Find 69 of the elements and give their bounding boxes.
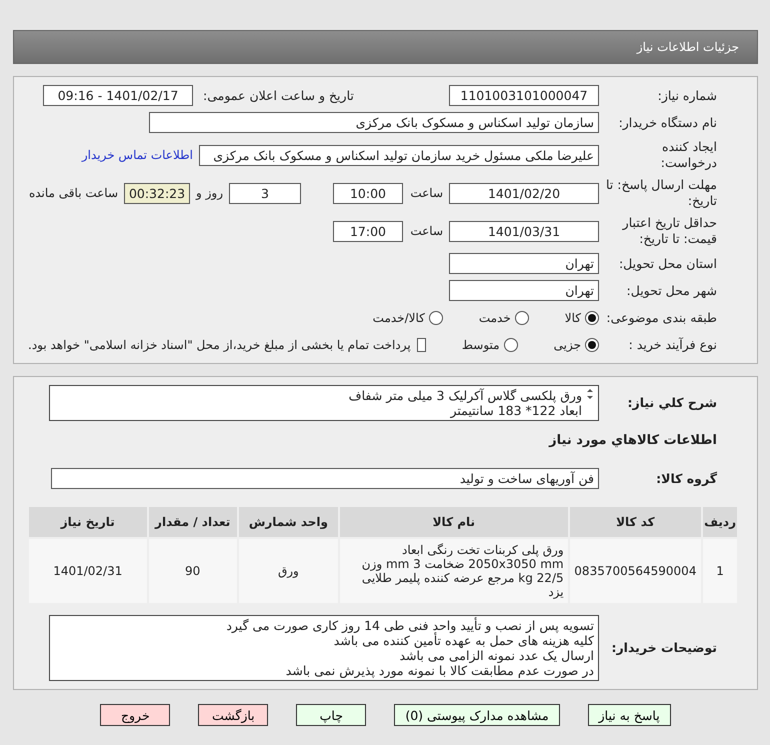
field-label: نام دستگاه خریدار:: [618, 114, 717, 130]
field-label: گروه کالا:: [655, 470, 717, 486]
notes-line: تسویه پس از نصب و تأیید واحد فنی طی 14 روز کاری صورت می گیرد: [225, 618, 594, 633]
radio-label: متوسط: [462, 338, 500, 352]
buyer-org-field: سازمان تولید اسکناس و مسکوک بانک مرکزی: [149, 112, 599, 133]
remaining-time-field: 00:32:23: [124, 182, 190, 204]
goods-group-field: فن آوریهای ساخت و تولید: [51, 468, 599, 489]
action-button[interactable]: خروج: [100, 704, 170, 726]
field-label: شهر محل تحویل:: [626, 282, 717, 298]
radio-label: جزیی: [554, 338, 581, 352]
action-button[interactable]: چاپ: [296, 704, 366, 726]
announce-date-field: 1401/02/17 - 09:16: [43, 85, 193, 106]
field-label: طبقه بندی موضوعی:: [605, 310, 717, 326]
column-header: تاریخ نیاز: [28, 506, 148, 538]
notes-line: کلیه هزینه های حمل به عهده تأمین کننده می باشد: [334, 633, 594, 648]
field-label: شماره نیاز:: [656, 88, 717, 104]
field-label: شرح کلي نياز:: [626, 395, 717, 411]
field-label: حداقل تاریخ اعتبار قیمت: تا تاریخ:: [621, 215, 717, 247]
action-button[interactable]: بازگشت: [198, 704, 268, 726]
deadline-time-field: 10:00: [333, 182, 403, 204]
description-line: ابعاد 122* 183 سانتیمتر: [449, 403, 582, 418]
days-field: 3: [229, 182, 301, 204]
action-button[interactable]: پاسخ به نیاز: [588, 704, 671, 726]
category-radio[interactable]: [585, 310, 599, 324]
table-cell: ورق پلی کربنات تخت رنگی ابعاد 2050x3050 mm ضخامت 3 mm وزن 22/5 kg مرجع عرضه کننده پلیمر طلایی یزد: [339, 538, 569, 604]
need-number-field: 1101003101000047: [449, 85, 599, 106]
buyer-contact-link[interactable]: اطلاعات تماس خریدار: [82, 148, 193, 162]
deadline-date-field: 1401/02/20: [449, 182, 599, 204]
field-label: تاریخ و ساعت اعلان عمومی:: [202, 88, 355, 104]
table-cell: ورق: [238, 538, 340, 604]
validity-date-field: 1401/03/31: [449, 220, 599, 242]
city-field: تهران: [449, 280, 599, 301]
column-header: نام کالا: [339, 506, 569, 538]
table-cell: 1401/02/31: [28, 538, 148, 604]
radio-label: کالا: [564, 310, 581, 324]
scroll-arrows-icon: [586, 388, 594, 400]
validity-time-field: 17:00: [333, 220, 403, 242]
notes-line: ارسال یک عدد نمونه الزامی می باشد: [398, 648, 594, 663]
radio-label: خدمت: [478, 310, 511, 324]
field-label: مهلت ارسال پاسخ: تا تاریخ:: [605, 177, 717, 209]
payment-checkbox[interactable]: [416, 338, 426, 352]
province-field: تهران: [449, 253, 599, 274]
table-cell: 1: [702, 538, 738, 604]
table-cell: 90: [148, 538, 238, 604]
column-header: کد کالا: [568, 506, 702, 538]
column-header: تعداد / مقدار: [148, 506, 238, 538]
process-radio[interactable]: [585, 338, 599, 352]
payment-label: پرداخت تمام یا بخشی از مبلغ خرید،از محل "اسناد خزانه اسلامی" خواهد بود.: [28, 338, 411, 352]
action-button[interactable]: مشاهده مدارک پیوستی (0): [394, 704, 560, 726]
category-radio[interactable]: [514, 310, 529, 324]
requester-field: علیرضا ملکی مسئول خرید سازمان تولید اسکناس و مسکوک بانک مرکزی: [199, 144, 599, 166]
radio-label: کالا/خدمت: [372, 310, 425, 324]
description-line: ورق پلکسی گلاس آکرلیک 3 میلی متر شفاف: [348, 388, 582, 403]
process-radio[interactable]: [504, 338, 518, 352]
field-label: استان محل تحویل:: [618, 256, 717, 272]
field-label: نوع فرآیند خرید :: [628, 336, 717, 352]
field-label: ایجاد کننده درخواست:: [660, 139, 717, 171]
table-cell: 0835700564590004: [568, 538, 702, 604]
section-heading: اطلاعات کالاهاي مورد نياز: [549, 432, 717, 450]
page-title-bar: جزئیات اطلاعات نیاز: [13, 30, 758, 64]
days-label: روز و: [196, 186, 223, 200]
column-header: ردیف: [702, 506, 738, 538]
time-label: ساعت: [409, 186, 443, 200]
time-label: ساعت: [409, 224, 443, 238]
remaining-label: ساعت باقی مانده: [28, 186, 118, 200]
column-header: واحد شمارش: [238, 506, 340, 538]
notes-line: در صورت عدم مطابقت کالا با نمونه مورد پذیرش نمی باشد: [284, 663, 594, 678]
field-label: توضیحات خریدار:: [610, 640, 717, 656]
category-radio[interactable]: [428, 310, 443, 324]
